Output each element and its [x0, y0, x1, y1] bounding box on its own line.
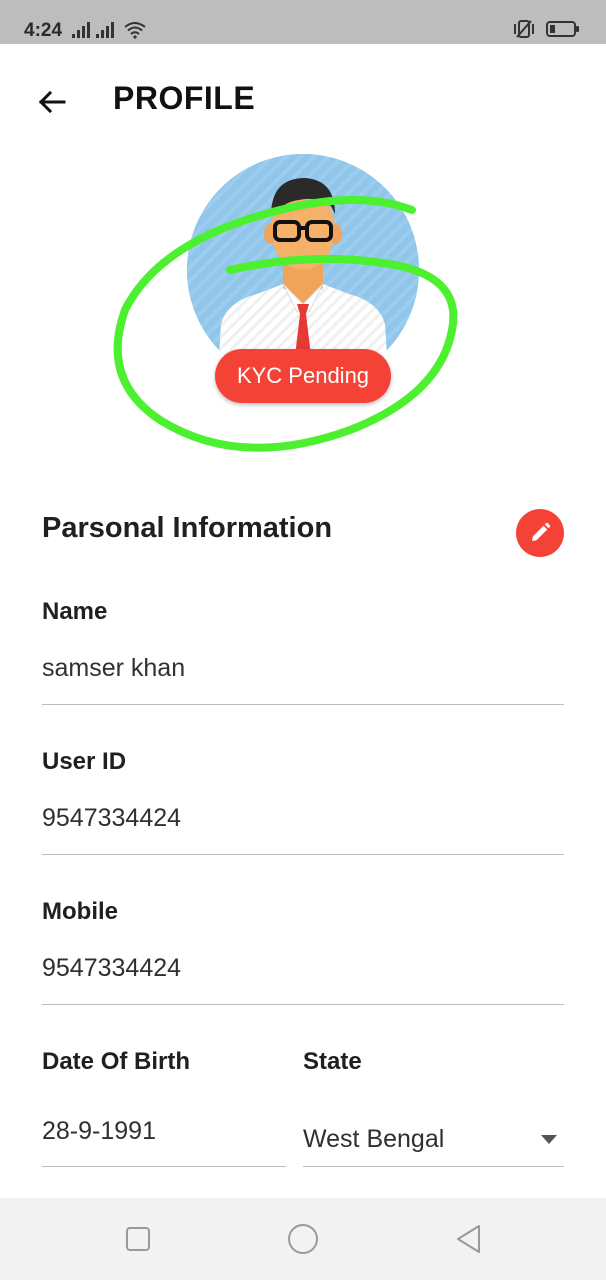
status-time: 4:24	[24, 20, 63, 41]
wifi-icon	[124, 22, 146, 39]
user-id-underline	[42, 854, 564, 855]
circle-icon	[288, 1224, 318, 1254]
battery-icon	[546, 21, 579, 37]
dropdown-arrow-icon[interactable]	[541, 1135, 557, 1144]
dob-label: Date Of Birth	[42, 1048, 191, 1075]
status-bar: 4:24	[0, 0, 606, 44]
dob-field[interactable]: 28-9-1991	[42, 1117, 156, 1146]
name-label: Name	[42, 598, 108, 625]
state-select[interactable]: West Bengal	[303, 1125, 444, 1154]
mobile-field[interactable]: 9547334424	[42, 954, 181, 983]
kyc-status-label: KYC Pending	[236, 363, 370, 388]
nav-back-button[interactable]	[449, 1220, 487, 1258]
recents-button[interactable]	[119, 1220, 157, 1258]
triangle-back-icon	[457, 1225, 480, 1253]
mobile-underline	[42, 1004, 564, 1005]
pencil-icon	[532, 522, 551, 541]
dob-underline	[42, 1166, 286, 1167]
vibrate-icon	[514, 20, 534, 38]
signal-bars-icon	[72, 22, 114, 38]
arrow-left-icon	[38, 90, 66, 114]
status-left-icons	[72, 20, 146, 40]
state-label: State	[303, 1048, 362, 1075]
status-right-icons	[512, 18, 580, 40]
home-button[interactable]	[284, 1220, 322, 1258]
name-field[interactable]: samser khan	[42, 654, 185, 683]
name-underline	[42, 704, 564, 705]
system-nav-bar	[0, 1198, 606, 1280]
section-title: Parsonal Information	[42, 512, 333, 544]
state-underline	[303, 1166, 564, 1167]
square-icon	[126, 1227, 150, 1251]
page-title: PROFILE	[113, 80, 256, 116]
user-id-label: User ID	[42, 748, 127, 775]
edit-profile-button[interactable]	[516, 509, 564, 557]
user-id-field[interactable]: 9547334424	[42, 804, 181, 833]
mobile-label: Mobile	[42, 898, 118, 925]
app-bar: PROFILE	[0, 44, 606, 150]
kyc-status-badge[interactable]: KYC Pending	[215, 349, 391, 403]
back-button[interactable]	[34, 84, 70, 120]
